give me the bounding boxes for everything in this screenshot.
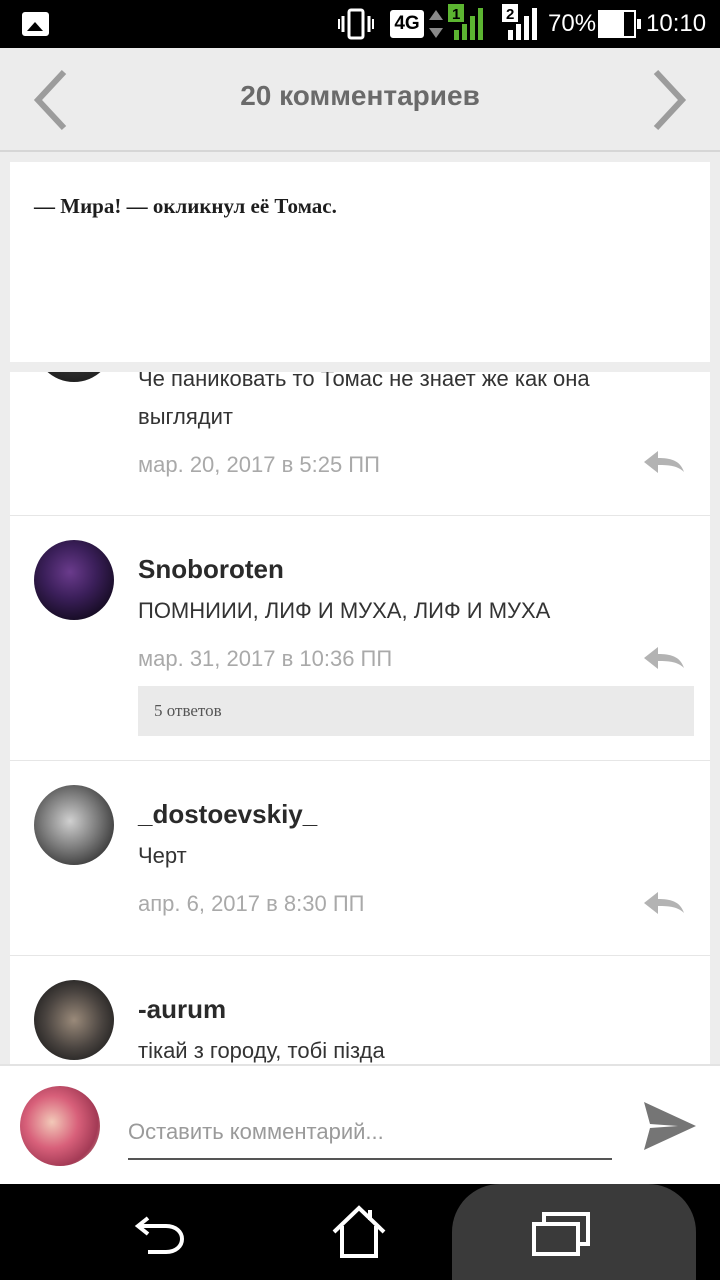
image-icon	[22, 12, 49, 36]
comment-date: мар. 20, 2017 в 5:25 ПП	[138, 452, 380, 477]
comment-text: ПОМНИИИ, ЛИФ И МУХА, ЛИФ И МУХА	[138, 598, 551, 623]
comment-author[interactable]: -aurum	[138, 994, 226, 1025]
comment-author[interactable]: Snoboroten	[138, 554, 284, 585]
avatar[interactable]	[20, 1086, 100, 1166]
status-bar: 4G 1 2 70% 10:10	[0, 0, 720, 48]
page-title: 20 комментариев	[240, 80, 480, 111]
back-icon[interactable]	[134, 1208, 186, 1256]
comment-date: мар. 31, 2017 в 10:36 ПП	[138, 646, 393, 671]
avatar[interactable]	[34, 372, 114, 382]
quote-text: — Мира! — окликнул её Томас.	[34, 194, 337, 218]
avatar[interactable]	[34, 540, 114, 620]
comment-text: Черт	[138, 843, 187, 868]
comment-input[interactable]	[128, 1106, 612, 1160]
system-navigation-bar	[0, 1184, 720, 1280]
signal-icon: 1	[448, 4, 483, 40]
sim2-label: 2	[506, 6, 514, 23]
comment-text: тікай з городу, тобі пізда	[138, 1038, 385, 1063]
vibrate-icon	[338, 8, 374, 40]
comment-item: -aurum тікай з городу, тобі пізда	[10, 956, 710, 1064]
comment-composer	[0, 1064, 720, 1184]
comment-text: Че паниковать то Томас не знает же как о…	[138, 372, 590, 429]
network-type-label: 4G	[390, 10, 424, 38]
screen: { "status_bar": { "network": "4G", "sim1…	[0, 0, 720, 1280]
comment-item: _dostoevskiy_ Черт апр. 6, 2017 в 8:30 П…	[10, 761, 710, 956]
avatar[interactable]	[34, 785, 114, 865]
chevron-right-icon[interactable]	[650, 68, 690, 132]
comment-item: Snoboroten ПОМНИИИ, ЛИФ И МУХА, ЛИФ И МУ…	[10, 516, 710, 761]
clock: 10:10	[646, 10, 707, 37]
avatar[interactable]	[34, 980, 114, 1060]
battery-percent: 70%	[548, 10, 597, 37]
send-button[interactable]	[642, 1098, 698, 1157]
recents-icon[interactable]	[530, 1210, 592, 1258]
data-arrows-icon	[429, 10, 443, 38]
reply-icon[interactable]	[642, 644, 686, 672]
reply-icon[interactable]	[642, 448, 686, 476]
send-icon	[644, 1102, 696, 1150]
comment-list[interactable]: Че паниковать то Томас не знает же как о…	[10, 372, 710, 1064]
comments-header: 20 комментариев	[0, 48, 720, 152]
quoted-excerpt: — Мира! — окликнул её Томас.	[10, 162, 710, 362]
signal-icon: 2	[502, 4, 537, 40]
battery-icon	[598, 10, 641, 38]
comment-item: Че паниковать то Томас не знает же как о…	[10, 372, 710, 516]
home-icon[interactable]	[330, 1204, 388, 1260]
reply-icon[interactable]	[642, 889, 686, 917]
replies-button[interactable]: 5 ответов	[138, 686, 694, 736]
comment-author[interactable]: _dostoevskiy_	[138, 799, 317, 830]
comment-date: апр. 6, 2017 в 8:30 ПП	[138, 891, 365, 916]
sim1-label: 1	[452, 6, 460, 23]
